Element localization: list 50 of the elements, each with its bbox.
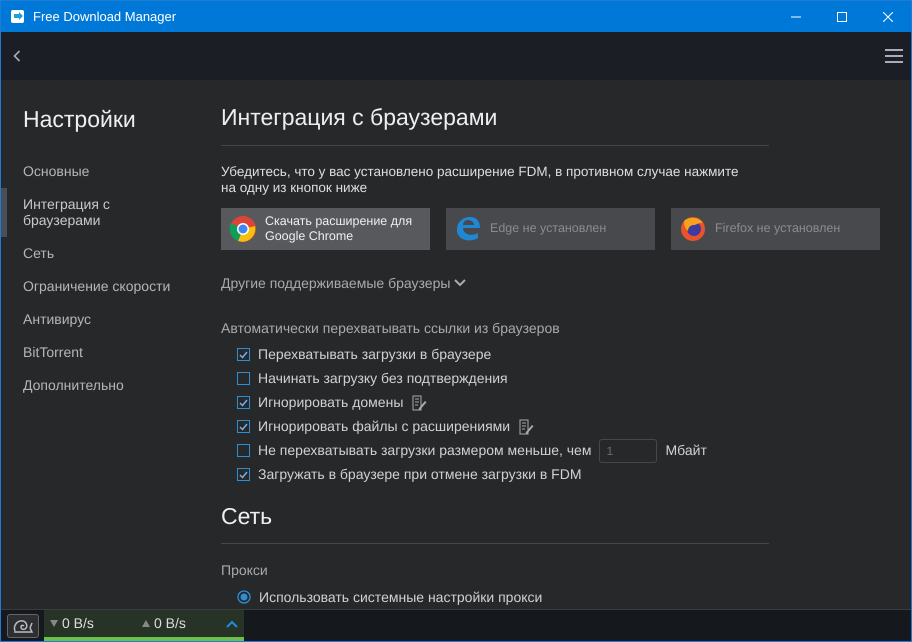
checkbox-label: Перехватывать загрузки в браузере: [258, 345, 492, 364]
checkbox[interactable]: [237, 372, 250, 386]
sidebar-item[interactable]: BitTorrent: [1, 336, 211, 370]
size-field[interactable]: 1: [599, 438, 658, 463]
radio-label: Использовать системные настройки прокси: [259, 588, 542, 607]
browser-button[interactable]: Скачать расширение для Google Chrome: [221, 208, 430, 250]
checkbox-label: Игнорировать домены: [258, 393, 404, 412]
sidebar-item[interactable]: Интеграция с браузерами: [1, 188, 141, 237]
checkbox[interactable]: [237, 348, 250, 362]
download-speed: 0 B/s: [62, 614, 95, 633]
firefox-logo-icon: [679, 214, 707, 243]
window-title: Free Download Manager: [33, 8, 178, 26]
edit-list-icon: [411, 394, 428, 411]
chevron-icon: [454, 279, 466, 288]
checkbox[interactable]: [237, 396, 250, 410]
upload-arrow-icon: [142, 620, 150, 627]
chevron-up-icon[interactable]: [226, 620, 238, 628]
back-icon[interactable]: [13, 50, 21, 62]
checkbox-label: Не перехватывать загрузки размером меньше, чем: [258, 441, 592, 460]
upload-speed: 0 B/s: [154, 614, 187, 633]
edge-logo-icon: [454, 214, 482, 243]
sidebar-item[interactable]: Дополнительно: [1, 369, 211, 402]
checkbox-label: Начинать загрузку без подтверждения: [258, 369, 508, 388]
unit-label: Мбайт: [665, 441, 707, 460]
chrome-logo-icon: [229, 214, 257, 243]
checkbox[interactable]: [237, 444, 250, 458]
subsection-title: Автоматически перехватывать ссылки из браузеров: [221, 318, 561, 338]
checkbox[interactable]: [237, 420, 250, 434]
sidebar-item[interactable]: Сеть: [1, 236, 211, 270]
speed-limit-button[interactable]: [6, 614, 38, 638]
download-arrow-icon: [50, 620, 58, 627]
snail-icon: [12, 618, 34, 634]
menu-icon[interactable]: [885, 49, 903, 63]
checkbox-label: Загружать в браузере при отмене загрузки в FDM: [258, 465, 582, 484]
edit-list-icon: [518, 418, 534, 435]
sidebar-title: Настройки: [22, 105, 137, 134]
other-browsers-toggle[interactable]: Другие поддерживаемые браузеры: [221, 272, 466, 294]
description-text: Убедитесь, что у вас установлено расширение FDM, в противном случае нажмите на одну из кнопок ниже: [221, 164, 740, 196]
sidebar-item[interactable]: Основные: [1, 154, 211, 188]
close-icon: [883, 12, 893, 22]
subsection-title: Прокси: [221, 561, 269, 580]
app-logo-icon: [10, 8, 26, 24]
section-title: Сеть: [221, 498, 769, 544]
checkbox-label: Игнорировать файлы с расширениями: [258, 417, 510, 436]
sidebar-item[interactable]: Ограничение скорости: [1, 270, 211, 303]
radio-button[interactable]: [237, 590, 251, 604]
section-title: Интеграция с браузерами: [221, 100, 769, 146]
maximize-icon: [837, 12, 847, 22]
checkbox[interactable]: [237, 468, 250, 482]
sidebar-item[interactable]: Антивирус: [1, 302, 211, 336]
